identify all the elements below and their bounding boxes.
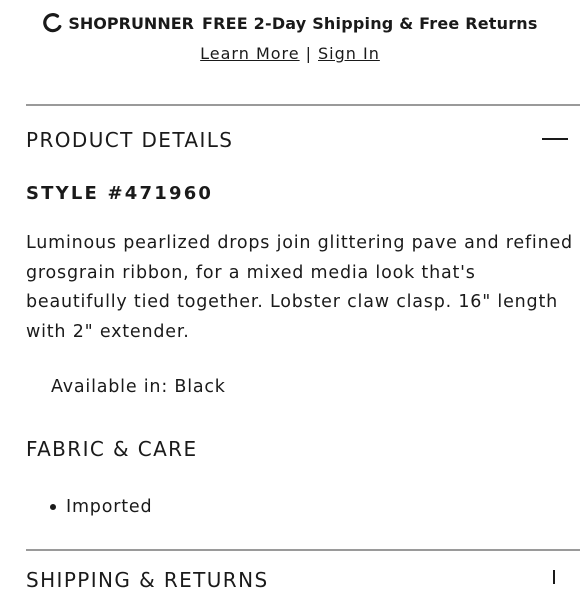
section-divider — [26, 549, 580, 551]
link-separator: | — [305, 44, 312, 63]
shoprunner-line: SHOPRUNNER FREE 2-Day Shipping & Free Re… — [0, 10, 580, 36]
list-item: Imported — [50, 497, 152, 517]
fabric-care-title: FABRIC & CARE — [26, 437, 198, 461]
shoprunner-logo-icon — [43, 13, 62, 33]
availability-text: Available in: Black — [51, 377, 226, 397]
product-description: Luminous pearlized drops join glittering… — [26, 233, 573, 342]
shipping-tagline: FREE 2-Day Shipping & Free Returns — [201, 13, 538, 33]
learn-more-link[interactable]: Learn More — [200, 44, 299, 63]
style-number: STYLE #471960 — [26, 183, 214, 204]
product-details-header[interactable]: PRODUCT DETAILS — [26, 128, 233, 152]
plus-icon[interactable] — [553, 570, 555, 584]
bullet-icon — [50, 504, 56, 510]
banner-links: Learn More | Sign In — [0, 44, 580, 63]
shoprunner-brand: SHOPRUNNER — [68, 13, 194, 33]
shipping-returns-header[interactable]: SHIPPING & RETURNS — [26, 568, 269, 592]
shoprunner-banner: SHOPRUNNER FREE 2-Day Shipping & Free Re… — [0, 10, 580, 63]
care-item-text: Imported — [66, 497, 153, 517]
section-divider — [26, 104, 580, 106]
care-list: Imported — [50, 497, 152, 517]
minus-icon[interactable] — [542, 138, 568, 140]
sign-in-link[interactable]: Sign In — [318, 44, 380, 63]
